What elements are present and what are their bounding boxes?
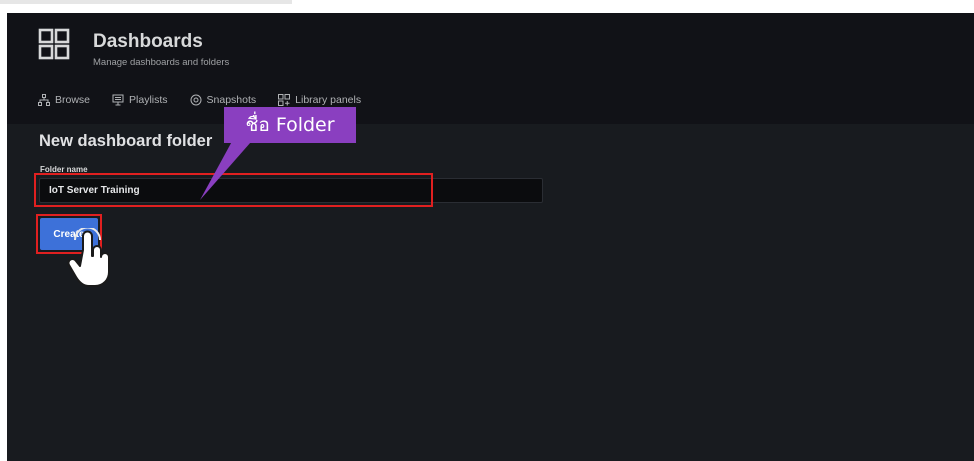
tab-bar: Browse Playlists Snapshots Library panel… xyxy=(38,92,361,108)
folder-name-label: Folder name xyxy=(40,165,88,174)
tab-browse[interactable]: Browse xyxy=(38,94,90,106)
tab-library-panels[interactable]: Library panels xyxy=(278,94,361,106)
grafana-app: Dashboards Manage dashboards and folders xyxy=(7,13,974,461)
tab-library-panels-label: Library panels xyxy=(295,94,362,106)
tab-snapshots-label: Snapshots xyxy=(206,94,257,106)
content-panel xyxy=(25,124,974,461)
folder-name-callout: ชื่อ Folder xyxy=(224,107,356,143)
folder-name-input[interactable]: IoT Server Training xyxy=(39,178,543,203)
tab-browse-label: Browse xyxy=(55,94,91,106)
page-title: Dashboards xyxy=(93,31,203,52)
tab-snapshots[interactable]: Snapshots xyxy=(190,94,257,106)
apps-icon xyxy=(278,94,291,106)
tab-playlists[interactable]: Playlists xyxy=(112,94,168,106)
dashboard-grid-icon xyxy=(38,28,70,60)
sitemap-icon xyxy=(38,94,50,106)
top-strip xyxy=(0,0,292,4)
page-subtitle: Manage dashboards and folders xyxy=(93,57,230,68)
playlist-icon xyxy=(112,94,124,106)
tab-playlists-label: Playlists xyxy=(129,94,168,106)
hand-pointer-icon xyxy=(67,228,110,287)
camera-icon xyxy=(190,94,202,106)
